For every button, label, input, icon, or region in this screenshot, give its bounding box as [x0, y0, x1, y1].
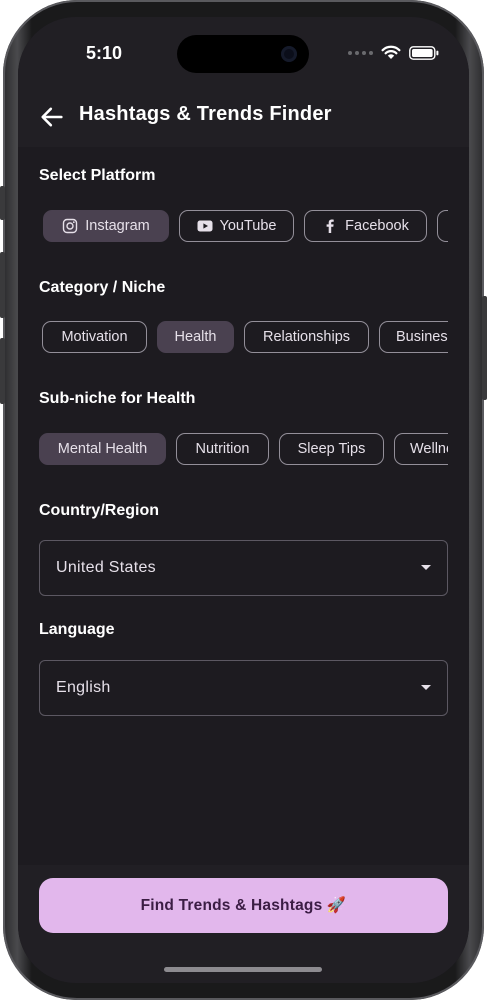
category-heading: Category / Niche: [39, 279, 166, 296]
cellular-signal-icon: [348, 50, 373, 55]
category-chip-label: Motivation: [61, 329, 128, 345]
front-camera-icon: [281, 46, 297, 62]
action-button: [0, 186, 5, 220]
find-trends-button[interactable]: Find Trends & Hashtags 🚀: [39, 878, 448, 933]
category-chip-row[interactable]: Motivation Health Relationships Business: [18, 321, 448, 357]
subniche-chip-label: Sleep Tips: [297, 441, 366, 457]
category-chip-health[interactable]: Health: [157, 321, 234, 353]
category-chip-label: Relationships: [262, 329, 351, 345]
language-dropdown-value: English: [56, 679, 111, 696]
category-chip-relationships[interactable]: Relationships: [244, 321, 369, 353]
country-heading: Country/Region: [39, 502, 159, 519]
dropdown-arrow-icon: [421, 565, 431, 570]
subniche-chip-mental-health[interactable]: Mental Health: [39, 433, 166, 465]
platform-chip-facebook[interactable]: Facebook: [304, 210, 427, 242]
bottom-action-bar: Find Trends & Hashtags 🚀: [18, 865, 469, 983]
instagram-icon: [63, 218, 78, 234]
country-dropdown[interactable]: United States: [39, 540, 448, 596]
subniche-chip-label: Nutrition: [195, 441, 250, 457]
language-heading: Language: [39, 621, 115, 638]
power-button: [482, 296, 487, 400]
youtube-icon: [197, 220, 212, 232]
volume-up-button: [0, 252, 5, 318]
category-chip-label: Health: [174, 329, 217, 345]
country-dropdown-value: United States: [56, 559, 156, 576]
platform-chip-instagram[interactable]: Instagram: [43, 210, 169, 242]
subniche-chip-wellness[interactable]: Wellness: [394, 433, 448, 465]
platform-chip-row[interactable]: Instagram YouTube Facebook: [18, 210, 448, 246]
arrow-left-icon[interactable]: [38, 103, 66, 131]
battery-icon: [409, 45, 439, 60]
category-chip-motivation[interactable]: Motivation: [42, 321, 147, 353]
status-time: 5:10: [86, 43, 123, 63]
status-icons: [348, 45, 439, 60]
category-chip-business[interactable]: Business: [379, 321, 448, 353]
app-bar: Hashtags & Trends Finder: [18, 87, 469, 147]
subniche-chip-nutrition[interactable]: Nutrition: [176, 433, 269, 465]
page-title: Hashtags & Trends Finder: [79, 103, 332, 125]
subniche-chip-row[interactable]: Mental Health Nutrition Sleep Tips Welln…: [18, 433, 448, 469]
app-screen: 5:10 Hashtags & Trends Finder Select Pla…: [18, 17, 469, 983]
platform-heading: Select Platform: [39, 167, 156, 184]
subniche-chip-sleep-tips[interactable]: Sleep Tips: [279, 433, 384, 465]
subniche-heading: Sub-niche for Health: [39, 390, 196, 407]
platform-chip-more[interactable]: [437, 210, 448, 242]
wifi-icon: [381, 45, 401, 59]
platform-chip-youtube[interactable]: YouTube: [179, 210, 294, 242]
subniche-chip-label: Wellness: [410, 441, 448, 457]
platform-chip-label: Instagram: [85, 218, 150, 234]
platform-chip-label: YouTube: [219, 218, 277, 234]
facebook-icon: [326, 219, 334, 233]
subniche-chip-label: Mental Health: [57, 441, 148, 457]
home-indicator[interactable]: [164, 967, 322, 972]
status-bar: 5:10: [18, 17, 469, 87]
category-chip-label: Business: [396, 329, 448, 345]
volume-down-button: [0, 338, 5, 404]
dynamic-island: [177, 35, 309, 73]
language-dropdown[interactable]: English: [39, 660, 448, 716]
platform-chip-label: Facebook: [345, 218, 409, 234]
dropdown-arrow-icon: [421, 685, 431, 690]
